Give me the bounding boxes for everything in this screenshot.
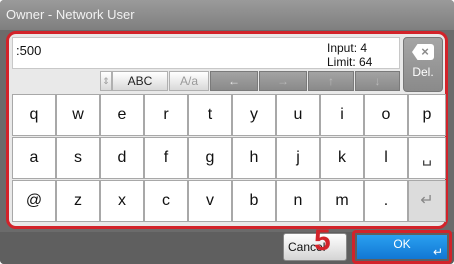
key-u[interactable]: u xyxy=(276,94,320,136)
toolbar: ⇕ ABC A/a ← → ↑ ↓ xyxy=(12,71,400,93)
key-l[interactable]: l xyxy=(364,137,408,179)
key-e[interactable]: e xyxy=(100,94,144,136)
mode-toggle-icon[interactable]: ⇕ xyxy=(100,71,112,91)
ok-highlight: OK ↵ xyxy=(352,230,452,264)
key-b[interactable]: b xyxy=(232,180,276,222)
key-j[interactable]: j xyxy=(276,137,320,179)
key-c[interactable]: c xyxy=(144,180,188,222)
key-i[interactable]: i xyxy=(320,94,364,136)
key-o[interactable]: o xyxy=(364,94,408,136)
dialog-frame: Owner - Network User :500 Input: 4 Limit… xyxy=(0,0,454,264)
delete-button[interactable]: × Del. xyxy=(403,37,443,92)
key-k[interactable]: k xyxy=(320,137,364,179)
cursor-down-button[interactable]: ↓ xyxy=(355,71,400,91)
step-marker: 5 xyxy=(314,224,331,257)
key-m[interactable]: m xyxy=(320,180,364,222)
key-q[interactable]: q xyxy=(12,94,56,136)
key-period[interactable]: . xyxy=(364,180,408,222)
delete-label: Del. xyxy=(412,65,434,79)
ok-button[interactable]: OK ↵ xyxy=(357,235,447,259)
mode-button[interactable]: ABC xyxy=(112,71,168,91)
key-h[interactable]: h xyxy=(232,137,276,179)
backspace-icon: × xyxy=(412,44,434,60)
cursor-right-button[interactable]: → xyxy=(259,71,307,91)
key-z[interactable]: z xyxy=(56,180,100,222)
key-r[interactable]: r xyxy=(144,94,188,136)
enter-icon: ↵ xyxy=(432,245,443,259)
key-d[interactable]: d xyxy=(100,137,144,179)
input-counter: Input: 4 Limit: 64 xyxy=(327,41,372,69)
space-key-icon[interactable]: ␣ xyxy=(408,137,446,179)
key-at[interactable]: @ xyxy=(12,180,56,222)
input-value: :500 xyxy=(16,43,42,58)
key-g[interactable]: g xyxy=(188,137,232,179)
input-count: Input: 4 xyxy=(327,41,368,55)
key-x[interactable]: x xyxy=(100,180,144,222)
key-s[interactable]: s xyxy=(56,137,100,179)
window-title: Owner - Network User xyxy=(0,0,454,30)
text-input-display[interactable]: :500 Input: 4 Limit: 64 xyxy=(12,37,400,69)
key-n[interactable]: n xyxy=(276,180,320,222)
case-button[interactable]: A/a xyxy=(169,71,209,91)
key-a[interactable]: a xyxy=(12,137,56,179)
key-w[interactable]: w xyxy=(56,94,100,136)
key-f[interactable]: f xyxy=(144,137,188,179)
cursor-up-button[interactable]: ↑ xyxy=(308,71,354,91)
key-t[interactable]: t xyxy=(188,94,232,136)
key-v[interactable]: v xyxy=(188,180,232,222)
input-limit: Limit: 64 xyxy=(327,55,373,69)
cursor-left-button[interactable]: ← xyxy=(210,71,258,91)
keyboard-panel: :500 Input: 4 Limit: 64 ⇕ ABC A/a ← → ↑ … xyxy=(6,31,448,229)
enter-key-icon[interactable]: ↵ xyxy=(408,180,446,222)
ok-label: OK xyxy=(393,237,411,251)
key-p[interactable]: p xyxy=(408,94,446,136)
key-y[interactable]: y xyxy=(232,94,276,136)
